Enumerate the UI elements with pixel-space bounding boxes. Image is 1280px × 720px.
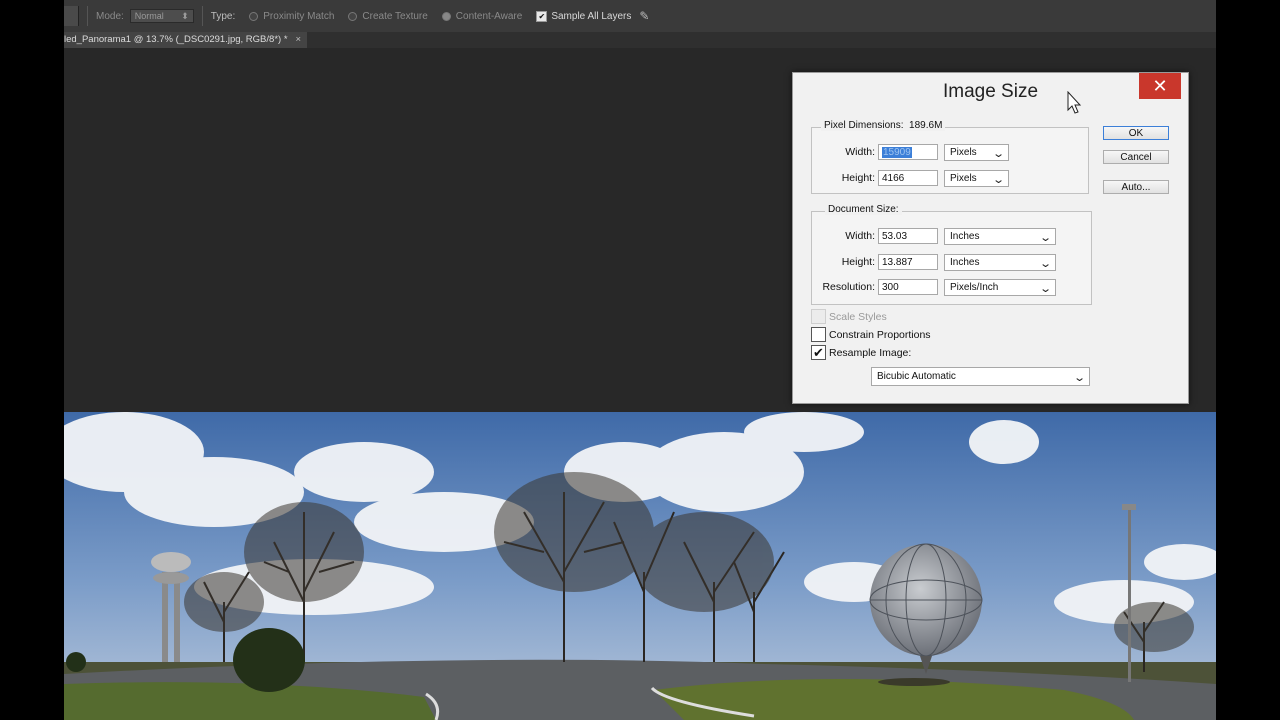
pixel-height-unit-select[interactable]: Pixels ⌄ <box>944 170 1009 187</box>
content-aware-radio[interactable] <box>441 11 451 21</box>
scale-styles-row: Scale Styles <box>811 309 887 324</box>
constrain-proportions-row: Constrain Proportions <box>811 327 931 342</box>
pixel-height-input[interactable]: 4166 <box>878 170 938 186</box>
mode-label: Mode: <box>96 10 124 22</box>
resample-method-value: Bicubic Automatic <box>877 371 956 382</box>
mouse-cursor-icon <box>1067 91 1082 114</box>
resolution-unit: Pixels/Inch <box>950 282 999 293</box>
pixel-height-unit: Pixels <box>950 173 977 184</box>
doc-width-unit-select[interactable]: Inches ⌄ <box>944 228 1056 245</box>
stepper-icon: ⬍ <box>181 10 189 21</box>
doc-height-unit: Inches <box>950 257 980 268</box>
checkmark-icon: ✔ <box>813 344 824 360</box>
scale-styles-checkbox[interactable] <box>811 309 826 324</box>
resample-image-checkbox[interactable]: ✔ <box>811 345 826 360</box>
pixel-width-label: Width: <box>845 146 875 158</box>
photoshop-workspace: Mode: Normal ⬍ Type: Proximity Match Cre… <box>64 0 1216 720</box>
chevron-down-icon: ⌄ <box>1038 258 1052 270</box>
panorama-image <box>64 412 1216 720</box>
doc-width-unit: Inches <box>950 231 980 242</box>
resample-method-select[interactable]: Bicubic Automatic ⌄ <box>871 367 1090 386</box>
doc-height-unit-select[interactable]: Inches ⌄ <box>944 254 1056 271</box>
resolution-label: Resolution: <box>822 281 875 293</box>
create-texture-radio[interactable] <box>348 11 358 21</box>
constrain-proportions-checkbox[interactable] <box>811 327 826 342</box>
panorama-canvas[interactable] <box>64 412 1216 720</box>
chevron-down-icon: ⌄ <box>1038 283 1052 295</box>
doc-width-label: Width: <box>845 230 875 242</box>
resolution-unit-select[interactable]: Pixels/Inch ⌄ <box>944 279 1056 296</box>
ok-button[interactable]: OK <box>1103 126 1169 140</box>
letterbox-left <box>0 0 64 720</box>
pixel-width-unit: Pixels <box>950 147 977 158</box>
image-size-dialog: Image Size ✕ Pixel Dimensions: 189.6M Wi… <box>792 72 1189 404</box>
pixel-width-value: 15909 <box>882 147 912 158</box>
document-size-label: Document Size: <box>825 204 902 215</box>
document-tab[interactable]: led_Panorama1 @ 13.7% (_DSC0291.jpg, RGB… <box>64 32 308 48</box>
sample-all-layers-label: Sample All Layers <box>551 10 632 22</box>
pixel-dimensions-label: Pixel Dimensions: 189.6M <box>821 120 946 131</box>
doc-width-input[interactable]: 53.03 <box>878 228 938 244</box>
constrain-proportions-label: Constrain Proportions <box>829 328 931 341</box>
pixel-height-label: Height: <box>841 172 875 184</box>
resample-image-label: Resample Image: <box>829 346 912 359</box>
pressure-brush-icon[interactable]: ✎ <box>639 9 649 23</box>
separator <box>201 6 203 26</box>
cancel-button[interactable]: Cancel <box>1103 150 1169 164</box>
chevron-down-icon: ⌄ <box>991 174 1005 186</box>
document-tab-bar: led_Panorama1 @ 13.7% (_DSC0291.jpg, RGB… <box>64 32 1216 48</box>
chevron-down-icon: ⌄ <box>1072 372 1086 384</box>
resample-image-row: ✔ Resample Image: <box>811 345 911 360</box>
create-texture-label: Create Texture <box>362 10 428 22</box>
pixel-width-unit-select[interactable]: Pixels ⌄ <box>944 144 1009 161</box>
document-tab-title: led_Panorama1 @ 13.7% (_DSC0291.jpg, RGB… <box>64 34 288 45</box>
proximity-match-radio[interactable] <box>249 11 259 21</box>
tool-preset-picker[interactable] <box>64 6 79 26</box>
proximity-match-label: Proximity Match <box>263 10 335 22</box>
doc-height-input[interactable]: 13.887 <box>878 254 938 270</box>
pixel-dimensions-value: 189.6M <box>909 120 943 131</box>
chevron-down-icon: ⌄ <box>991 148 1005 160</box>
mode-value: Normal <box>134 11 164 21</box>
chevron-down-icon: ⌄ <box>1038 232 1052 244</box>
close-tab-icon[interactable]: × <box>296 34 302 45</box>
letterbox-right <box>1216 0 1280 720</box>
sample-all-layers-checkbox[interactable]: ✔ <box>536 10 548 22</box>
options-bar: Mode: Normal ⬍ Type: Proximity Match Cre… <box>64 0 1216 33</box>
pixel-width-input[interactable]: 15909 <box>878 144 938 160</box>
doc-height-label: Height: <box>841 256 875 268</box>
type-label: Type: <box>210 10 236 22</box>
dialog-title: Image Size <box>942 81 1039 102</box>
resolution-input[interactable]: 300 <box>878 279 938 295</box>
auto-button[interactable]: Auto... <box>1103 180 1169 194</box>
mode-select[interactable]: Normal ⬍ <box>129 9 194 23</box>
separator <box>87 6 88 26</box>
scale-styles-label: Scale Styles <box>829 310 887 323</box>
content-aware-label: Content-Aware <box>455 10 523 22</box>
close-icon[interactable]: ✕ <box>1139 73 1181 99</box>
